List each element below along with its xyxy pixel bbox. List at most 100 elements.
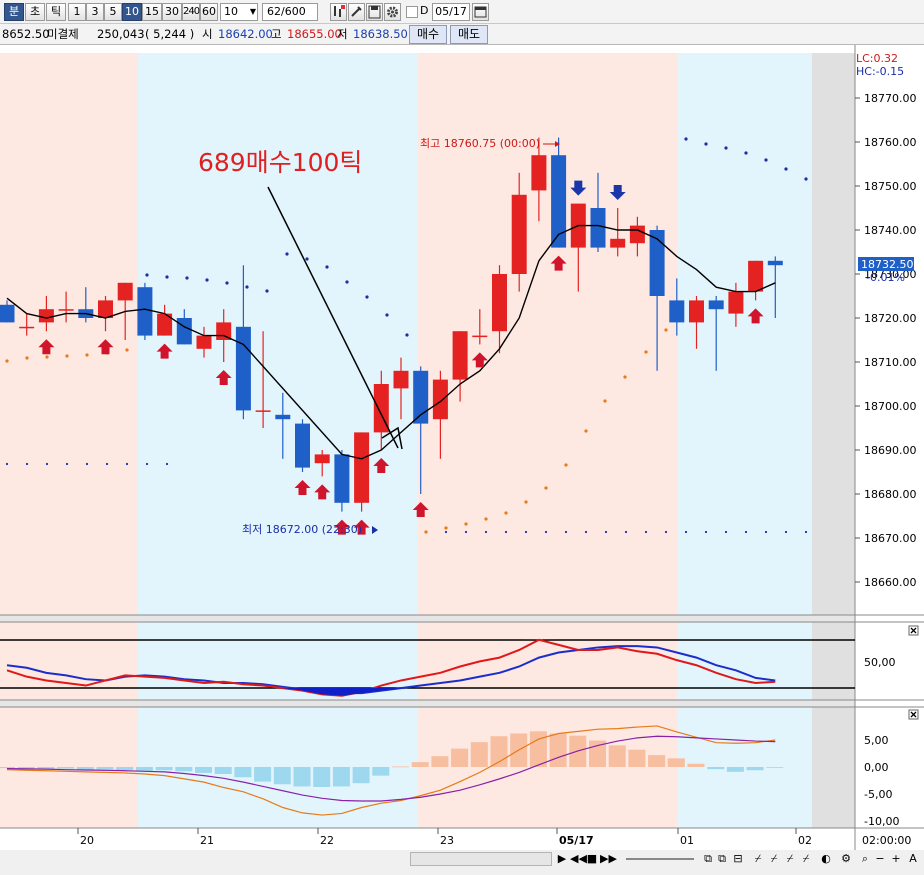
macd-bar — [135, 767, 153, 771]
candle-body — [531, 155, 547, 191]
zoom-fit-icon[interactable]: ⊟ — [732, 852, 744, 868]
buy-button[interactable]: 매수 — [409, 25, 447, 44]
candle-body — [196, 335, 212, 349]
interval-button-30[interactable]: 30 — [162, 3, 182, 21]
stop-dot — [185, 276, 189, 280]
count-field[interactable]: 62/600 — [262, 3, 318, 21]
time-tick-label: 21 — [200, 834, 214, 847]
draw-line-icon[interactable]: ⌿ — [752, 852, 764, 868]
draw-line-icon[interactable]: ⌿ — [784, 852, 796, 868]
macd-bar — [431, 756, 449, 767]
stop-dot — [504, 530, 508, 534]
macd-bar — [352, 767, 370, 784]
count-total: /600 — [281, 5, 306, 18]
time-tick-label: 22 — [320, 834, 334, 847]
macd-tick-label: 5,00 — [864, 734, 889, 747]
price-tick-label: 18670.00 — [864, 532, 917, 545]
candle-body — [748, 260, 764, 292]
indicator-add-icon[interactable] — [330, 3, 347, 21]
candle-body — [492, 274, 507, 332]
stop-dot — [25, 356, 29, 360]
macd-tick-label: -5,00 — [864, 788, 892, 801]
candle-body — [472, 335, 488, 338]
stop-dot — [385, 313, 389, 317]
candle-body — [38, 309, 54, 323]
gear-icon[interactable] — [384, 3, 401, 21]
play-icon[interactable]: ▶ — [556, 852, 568, 868]
stop-icon[interactable]: ■ — [586, 852, 598, 868]
price-tick-label: 18770.00 — [864, 92, 917, 105]
stop-dot — [664, 530, 668, 534]
candle-body — [255, 410, 271, 412]
draw-line-icon[interactable]: ⌿ — [768, 852, 780, 868]
candle-body — [393, 370, 409, 389]
stop-dot — [484, 517, 488, 521]
color-icon[interactable]: ◐ — [820, 852, 832, 868]
tab-minute[interactable]: 분 — [4, 3, 24, 21]
stop-dot — [604, 530, 608, 534]
rewind-icon[interactable]: ◀◀ — [570, 852, 587, 868]
lc-label: LC:0.32 — [856, 52, 898, 65]
interval-button-10[interactable]: 10 — [122, 3, 142, 21]
macd-bar — [96, 767, 114, 770]
interval-button-5[interactable]: 5 — [104, 3, 122, 21]
time-tick-label: 05/17 — [559, 834, 594, 847]
candle-body — [295, 423, 310, 468]
stop-dot — [245, 285, 249, 289]
stop-dot — [265, 289, 269, 293]
panel-separator — [0, 700, 855, 707]
stop-dot — [285, 252, 289, 256]
sell-button[interactable]: 매도 — [450, 25, 488, 44]
save-icon[interactable] — [366, 3, 383, 21]
candle-body — [314, 454, 330, 464]
open-interest-value: 250,043 — [97, 27, 145, 41]
session-band-0 — [0, 53, 138, 828]
chart-svg[interactable]: 50,00 5,00 0,00 -5,00 -10,00 18770.00 18760.… — [0, 45, 924, 850]
time-tick-label: 23 — [440, 834, 454, 847]
stop-dot — [644, 530, 648, 534]
close-icon[interactable] — [908, 709, 919, 720]
low-label: 저 — [337, 27, 348, 41]
draw-line-icon[interactable]: ⌿ — [800, 852, 812, 868]
window-icon[interactable]: ⧉ — [716, 852, 728, 868]
stop-dot — [603, 399, 607, 403]
scrollbar[interactable] — [410, 852, 552, 866]
tab-second[interactable]: 초 — [25, 3, 45, 21]
close-icon[interactable] — [908, 625, 919, 636]
candle-body — [629, 225, 645, 244]
interval-button-3[interactable]: 3 — [86, 3, 104, 21]
search-icon[interactable]: ⌕ — [858, 852, 872, 868]
interval-button-1[interactable]: 1 — [68, 3, 86, 21]
d-checkbox[interactable] — [406, 6, 418, 18]
interval-button-60[interactable]: 60 — [200, 3, 218, 21]
settings-icon[interactable]: ⚙ — [840, 852, 852, 868]
calendar-icon[interactable] — [472, 3, 489, 21]
open-interest-change: ( 5,244 ) — [145, 27, 195, 41]
chart-area[interactable]: 50,00 5,00 0,00 -5,00 -10,00 18770.00 18760.… — [0, 45, 924, 850]
macd-bar — [372, 767, 390, 776]
date-field[interactable]: 05/17 — [432, 3, 470, 21]
font-size-icon[interactable]: A — [906, 852, 920, 868]
price-tick-label: 18710.00 — [864, 356, 917, 369]
high-value: 18655.00 — [287, 27, 342, 41]
stop-dot — [405, 333, 409, 337]
interval-select[interactable]: 10 ▼ — [220, 3, 258, 21]
tools-icon[interactable] — [348, 3, 365, 21]
stop-dot — [544, 530, 548, 534]
macd-bar — [529, 731, 547, 767]
interval-button-240[interactable]: 240 — [182, 3, 200, 21]
fast-forward-icon[interactable]: ▶▶ — [600, 852, 617, 868]
speed-slider[interactable] — [626, 858, 694, 860]
stop-dot — [45, 462, 49, 466]
macd-bar — [293, 767, 311, 787]
zoom-out-icon[interactable]: − — [874, 852, 886, 868]
stop-dot — [65, 462, 69, 466]
candle-body — [590, 208, 606, 248]
stop-dot — [744, 151, 748, 155]
price-tick-label: 18720.00 — [864, 312, 917, 325]
window-icon[interactable]: ⧉ — [702, 852, 714, 868]
zoom-in-icon[interactable]: + — [890, 852, 902, 868]
tab-tick[interactable]: 틱 — [46, 3, 66, 21]
interval-button-15[interactable]: 15 — [142, 3, 162, 21]
candle-body — [235, 326, 251, 411]
